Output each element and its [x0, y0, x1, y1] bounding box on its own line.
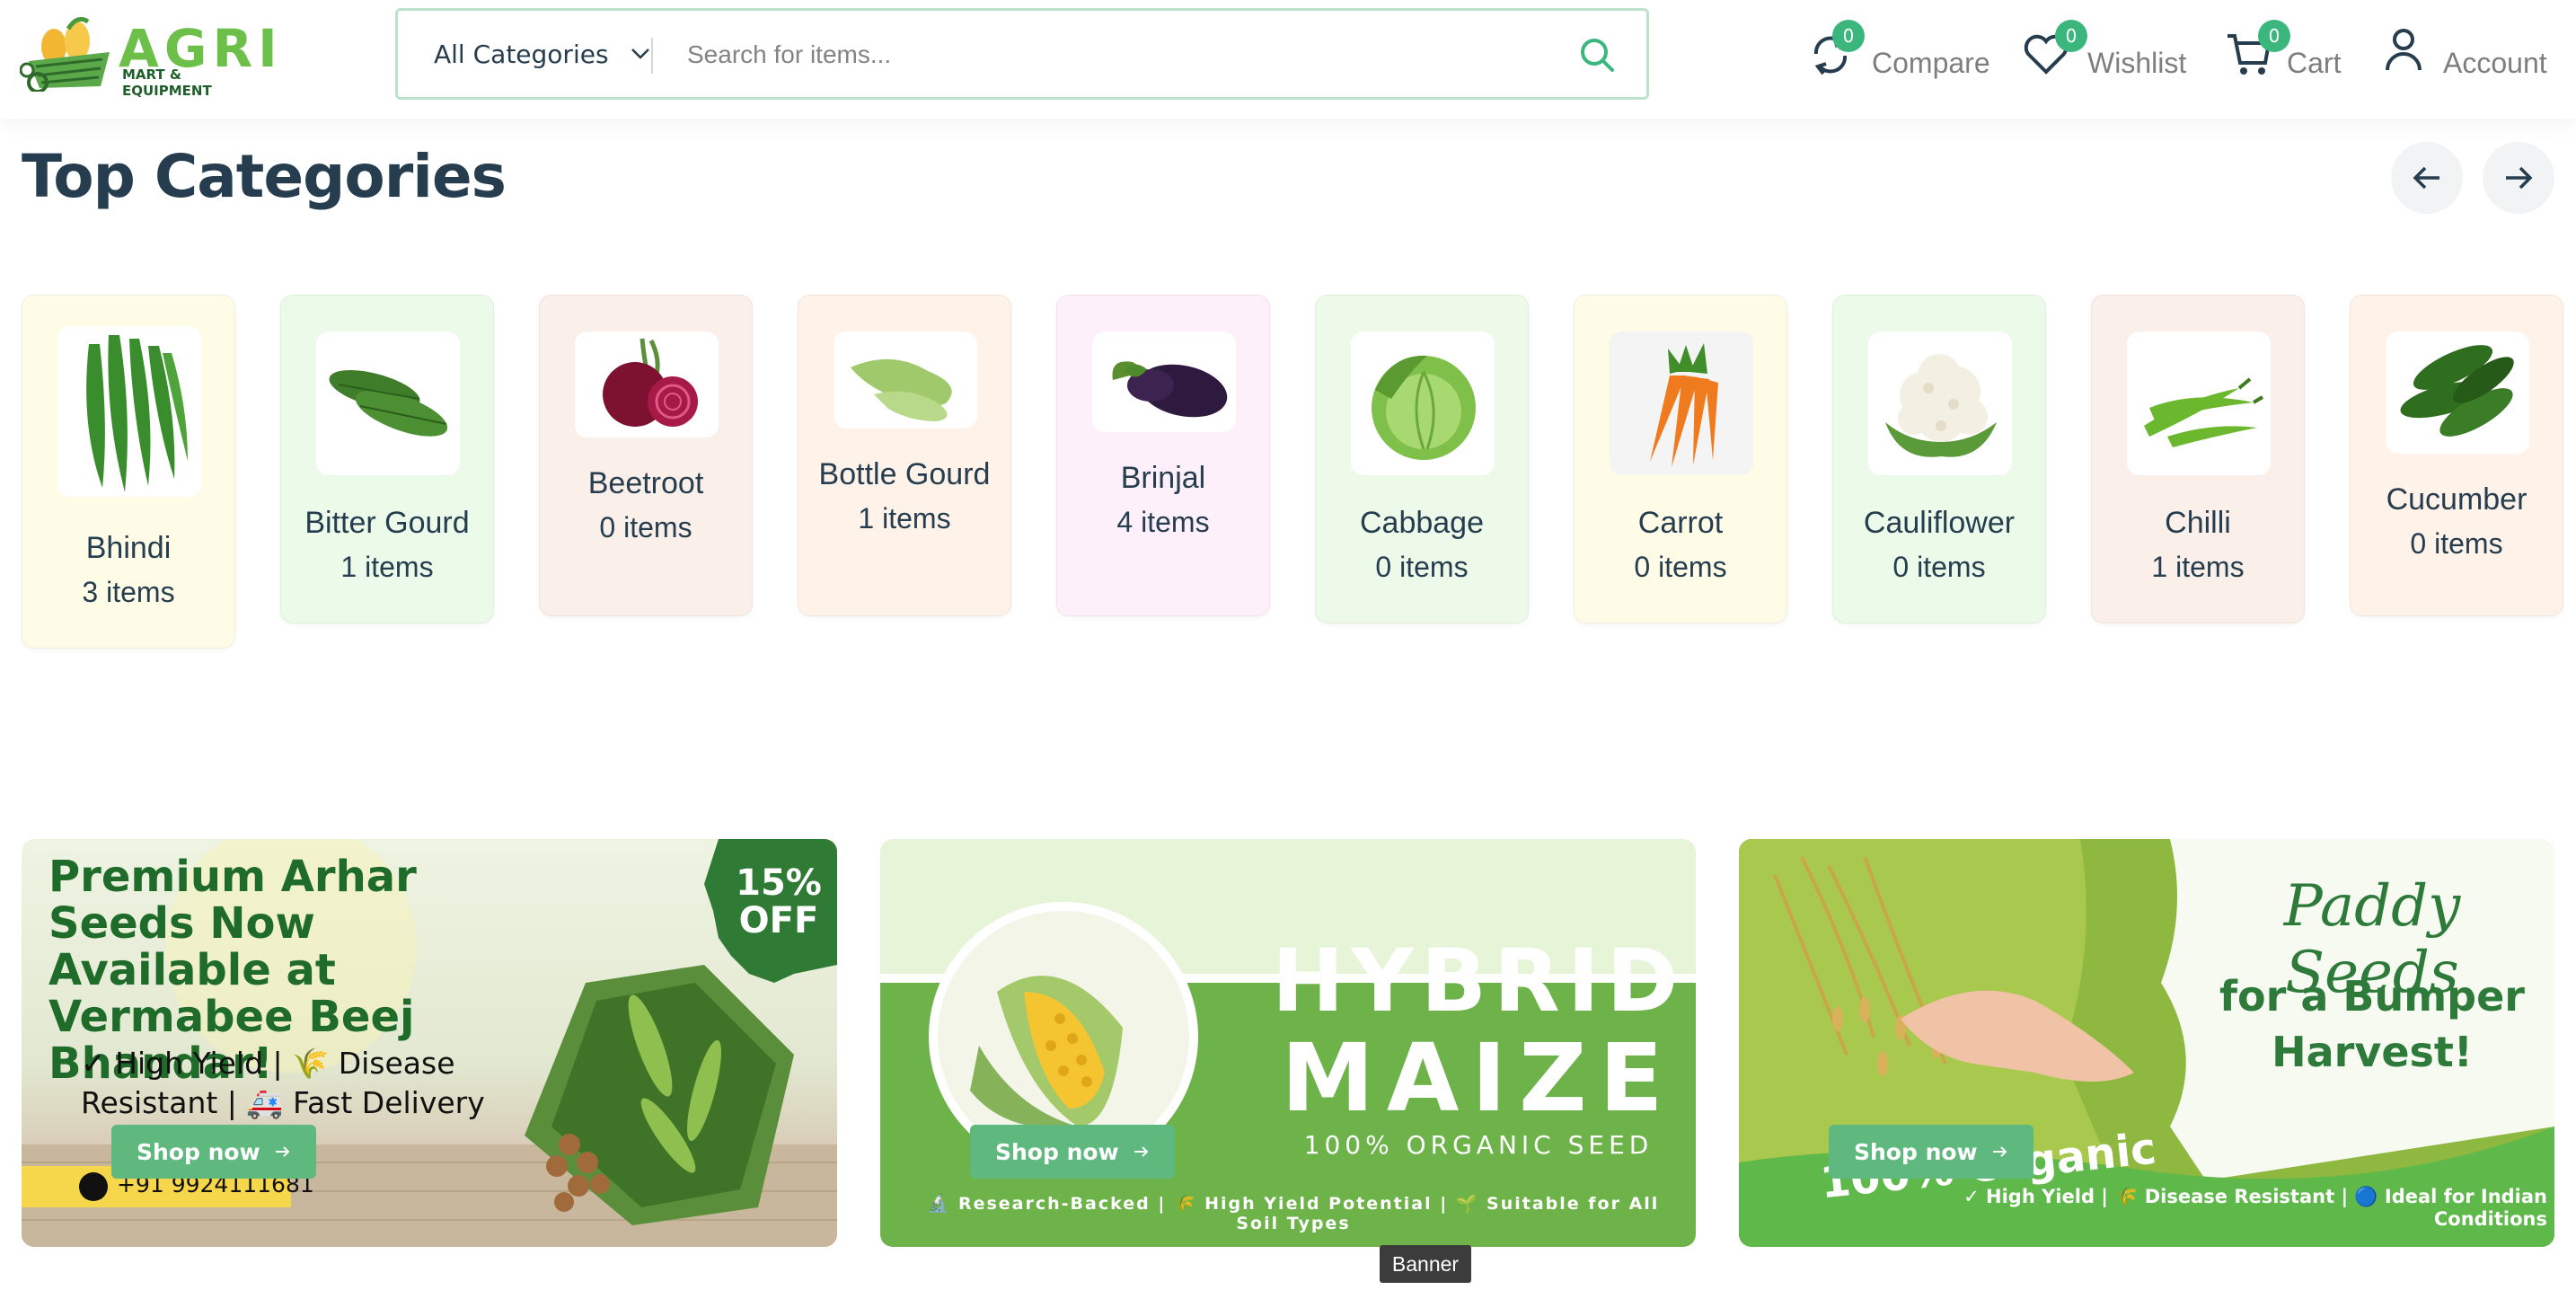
category-card-bottle-gourd[interactable]: Bottle Gourd 1 items — [798, 295, 1011, 616]
carousel-prev-button[interactable] — [2391, 142, 2463, 214]
category-name: Chilli — [2165, 506, 2231, 540]
search-icon[interactable] — [1578, 36, 1616, 74]
tooltip: Banner — [1380, 1245, 1471, 1283]
shop-now-button[interactable]: Shop now — [1829, 1125, 2033, 1179]
banner-arhar-seeds[interactable]: Premium Arhar Seeds Now Available at Ver… — [22, 839, 837, 1247]
bottle-gourd-image — [834, 331, 977, 429]
account-label: Account — [2443, 47, 2547, 79]
site-logo[interactable]: AGRI MART & EQUIPMENT — [19, 16, 278, 99]
banner-hybrid-maize[interactable]: HYBRID MAIZE 100% ORGANIC SEED 🔬 Researc… — [880, 839, 1696, 1247]
search-divider — [651, 38, 653, 74]
shop-now-label: Shop now — [995, 1138, 1119, 1165]
brinjal-image — [1092, 331, 1236, 432]
banner-features: 🔬 Research-Backed | 🌾 High Yield Potenti… — [927, 1194, 1660, 1233]
account-link[interactable]: Account — [2380, 25, 2569, 88]
category-count: 1 items — [858, 502, 951, 535]
category-card-bhindi[interactable]: Bhindi 3 items — [22, 295, 235, 649]
category-name: Carrot — [1637, 506, 1724, 540]
banner-title-line1: HYBRID — [1272, 931, 1686, 1031]
carousel-next-button[interactable] — [2483, 142, 2554, 214]
chevron-down-icon — [631, 49, 649, 59]
carrot-image — [1610, 331, 1753, 475]
category-name: Beetroot — [587, 466, 704, 500]
category-name: Cauliflower — [1863, 506, 2016, 540]
arrow-right-icon — [1992, 1146, 2007, 1157]
banner-features: ✓ High Yield | 🌾 Disease Resistant | 🚑 F… — [81, 1046, 485, 1120]
category-count: 1 items — [340, 551, 434, 583]
category-dropdown[interactable]: All Categories — [434, 11, 650, 97]
site-header: AGRI MART & EQUIPMENT All Categories 0 C… — [0, 0, 2576, 119]
category-name: Bottle Gourd — [818, 457, 991, 491]
beetroot-image — [575, 331, 719, 437]
shop-now-button[interactable]: Shop now — [111, 1125, 316, 1179]
banner-title-line2: MAIZE — [1281, 1023, 1676, 1133]
category-name: Bhindi — [85, 531, 172, 565]
cucumber-image — [2386, 331, 2529, 454]
user-icon — [2386, 29, 2422, 71]
category-name: Cabbage — [1359, 506, 1484, 540]
bitter-gourd-image — [316, 331, 460, 475]
category-count: 4 items — [1116, 506, 1210, 538]
compare-count-badge: 0 — [1832, 20, 1865, 52]
category-card-cabbage[interactable]: Cabbage 0 items — [1315, 295, 1529, 623]
wishlist-count-badge: 0 — [2055, 20, 2087, 52]
arrow-right-icon — [1134, 1146, 1149, 1157]
banner-paddy-seeds[interactable]: Paddy Seeds for a Bumper Harvest! 100% O… — [1739, 839, 2554, 1247]
okra-image — [57, 326, 201, 497]
category-count: 0 items — [1634, 551, 1727, 583]
wishlist-link[interactable]: 0 Wishlist — [2021, 20, 2201, 88]
logo-tagline: MART & EQUIPMENT — [122, 66, 212, 99]
compare-link[interactable]: 0 Compare — [1805, 20, 1994, 88]
cart-link[interactable]: 0 Cart — [2224, 20, 2359, 88]
shop-now-label: Shop now — [137, 1138, 260, 1165]
basket-logo-icon — [19, 16, 110, 93]
category-count: 0 items — [1892, 551, 1986, 583]
category-count: 0 items — [599, 511, 693, 543]
category-name: Cucumber — [2386, 482, 2527, 517]
category-count: 1 items — [2151, 551, 2245, 583]
cauliflower-image — [1868, 331, 2012, 475]
category-name: Brinjal — [1120, 461, 1206, 495]
wishlist-label: Wishlist — [2087, 47, 2187, 79]
cart-label: Cart — [2287, 47, 2342, 79]
category-count: 0 items — [2410, 527, 2503, 560]
category-card-beetroot[interactable]: Beetroot 0 items — [539, 295, 753, 616]
category-card-chilli[interactable]: Chilli 1 items — [2091, 295, 2305, 623]
arrow-right-icon — [2506, 166, 2533, 190]
chilli-image — [2127, 331, 2271, 475]
arrow-left-icon — [2413, 166, 2439, 190]
search-input[interactable] — [685, 31, 1497, 79]
category-card-cauliflower[interactable]: Cauliflower 0 items — [1832, 295, 2046, 623]
banner-title-line3: Harvest! — [2272, 1028, 2473, 1076]
arrow-right-icon — [275, 1146, 290, 1157]
banner-features: ✓ High Yield | 🌾 Disease Resistant | 🔵 I… — [1963, 1186, 2547, 1230]
category-card-brinjal[interactable]: Brinjal 4 items — [1056, 295, 1270, 616]
compare-label: Compare — [1872, 47, 1990, 79]
shop-now-button[interactable]: Shop now — [970, 1125, 1175, 1179]
shop-now-label: Shop now — [1854, 1138, 1978, 1165]
category-card-carrot[interactable]: Carrot 0 items — [1574, 295, 1787, 623]
cart-count-badge: 0 — [2258, 20, 2290, 52]
category-count: 3 items — [82, 576, 175, 608]
cabbage-image — [1351, 331, 1495, 475]
category-dropdown-label: All Categories — [434, 39, 609, 69]
section-title: Top Categories — [22, 142, 507, 211]
search-bar: All Categories — [395, 8, 1649, 100]
banner-title-line2: for a Bumper — [2219, 972, 2525, 1021]
category-card-bitter-gourd[interactable]: Bitter Gourd 1 items — [280, 295, 494, 623]
category-card-cucumber[interactable]: Cucumber 0 items — [2350, 295, 2563, 616]
discount-badge: 15% OFF — [736, 862, 822, 941]
banner-subtitle: 100% ORGANIC SEED — [1303, 1130, 1654, 1160]
category-count: 0 items — [1375, 551, 1469, 583]
category-name: Bitter Gourd — [304, 506, 470, 540]
